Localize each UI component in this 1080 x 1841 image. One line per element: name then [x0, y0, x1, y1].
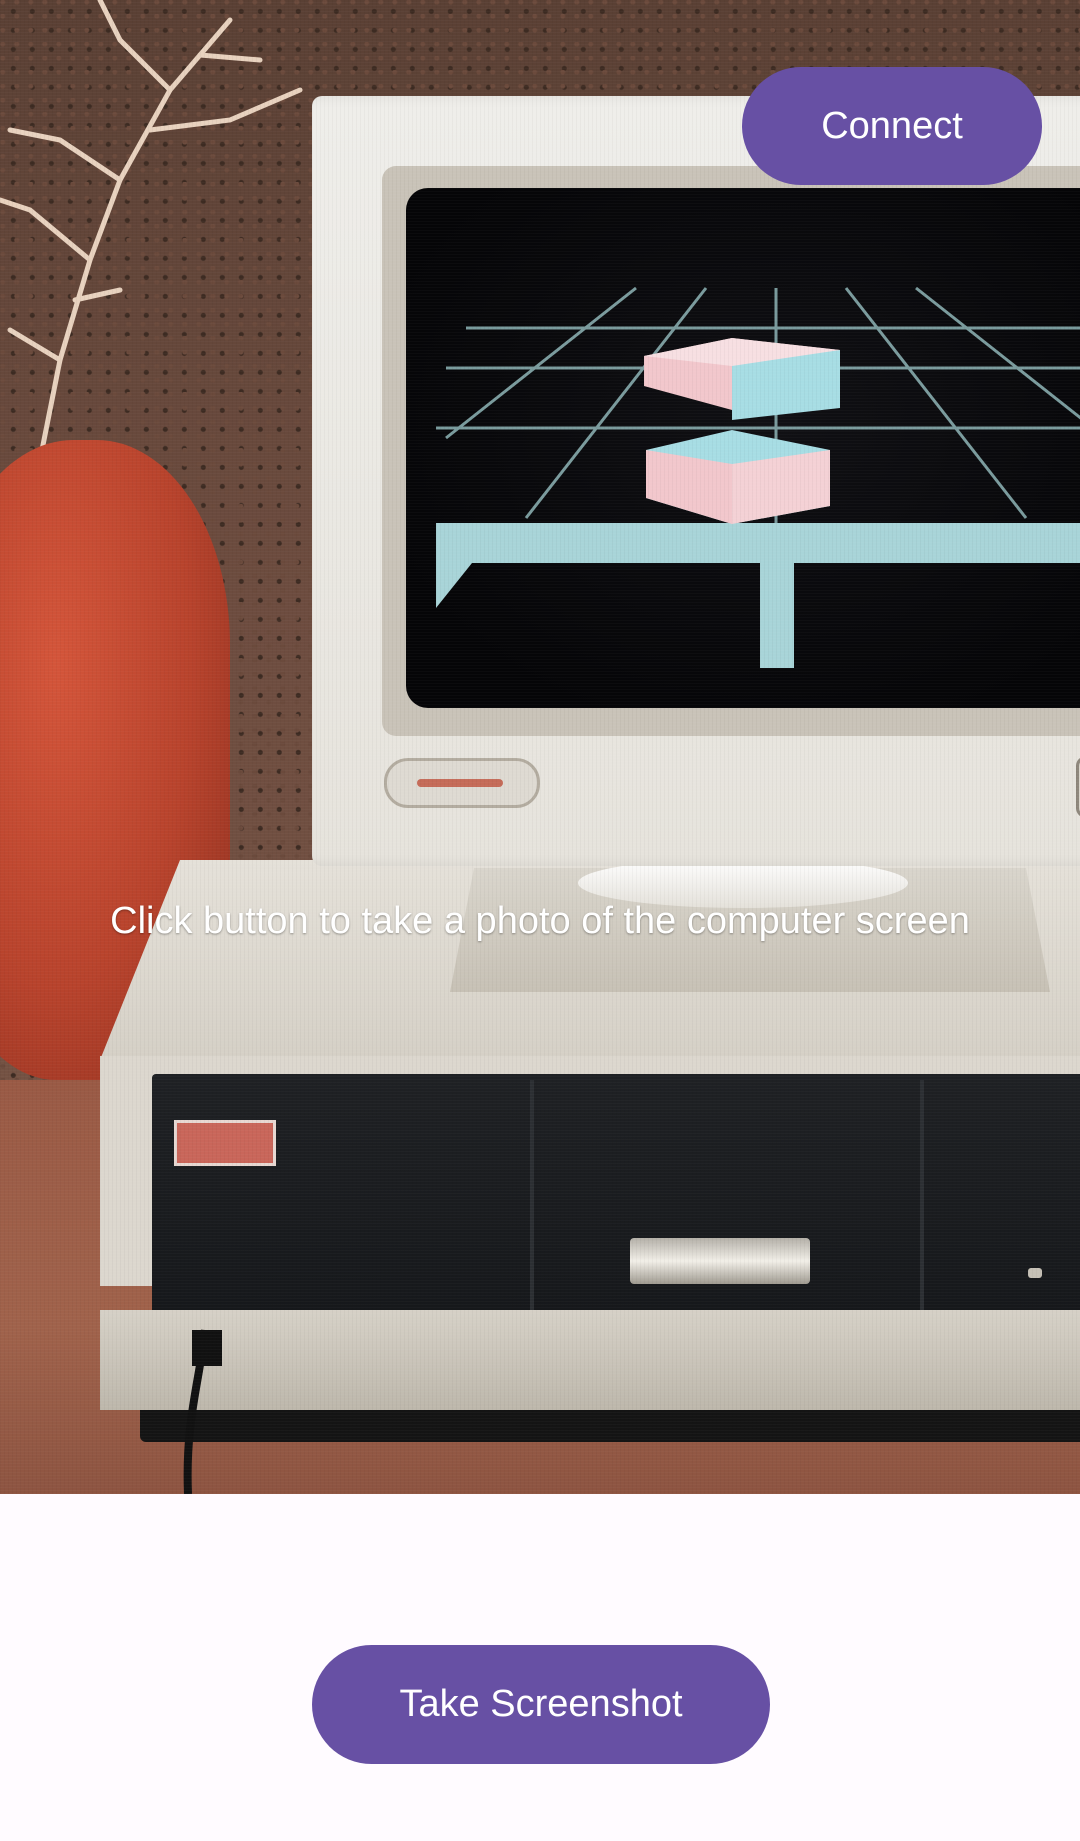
- connect-button[interactable]: Connect: [742, 67, 1042, 185]
- monitor-screen: [406, 188, 1080, 708]
- monitor-badge: [384, 758, 540, 808]
- grid-cubes-graphic: [436, 286, 1080, 668]
- monitor-knob: [1076, 756, 1080, 818]
- photo-hint-text: Click button to take a photo of the comp…: [110, 900, 970, 942]
- take-screenshot-button[interactable]: Take Screenshot: [312, 1645, 770, 1764]
- app-screen: Connect Click button to take a photo of …: [0, 0, 1080, 1841]
- case-label: [174, 1120, 276, 1166]
- branches-decoration: [0, 0, 303, 460]
- retro-computer-photo: [0, 0, 1080, 1494]
- case-front-panel: [152, 1074, 1080, 1314]
- crt-monitor: [312, 96, 1080, 866]
- floppy-drive-slot: [630, 1238, 810, 1284]
